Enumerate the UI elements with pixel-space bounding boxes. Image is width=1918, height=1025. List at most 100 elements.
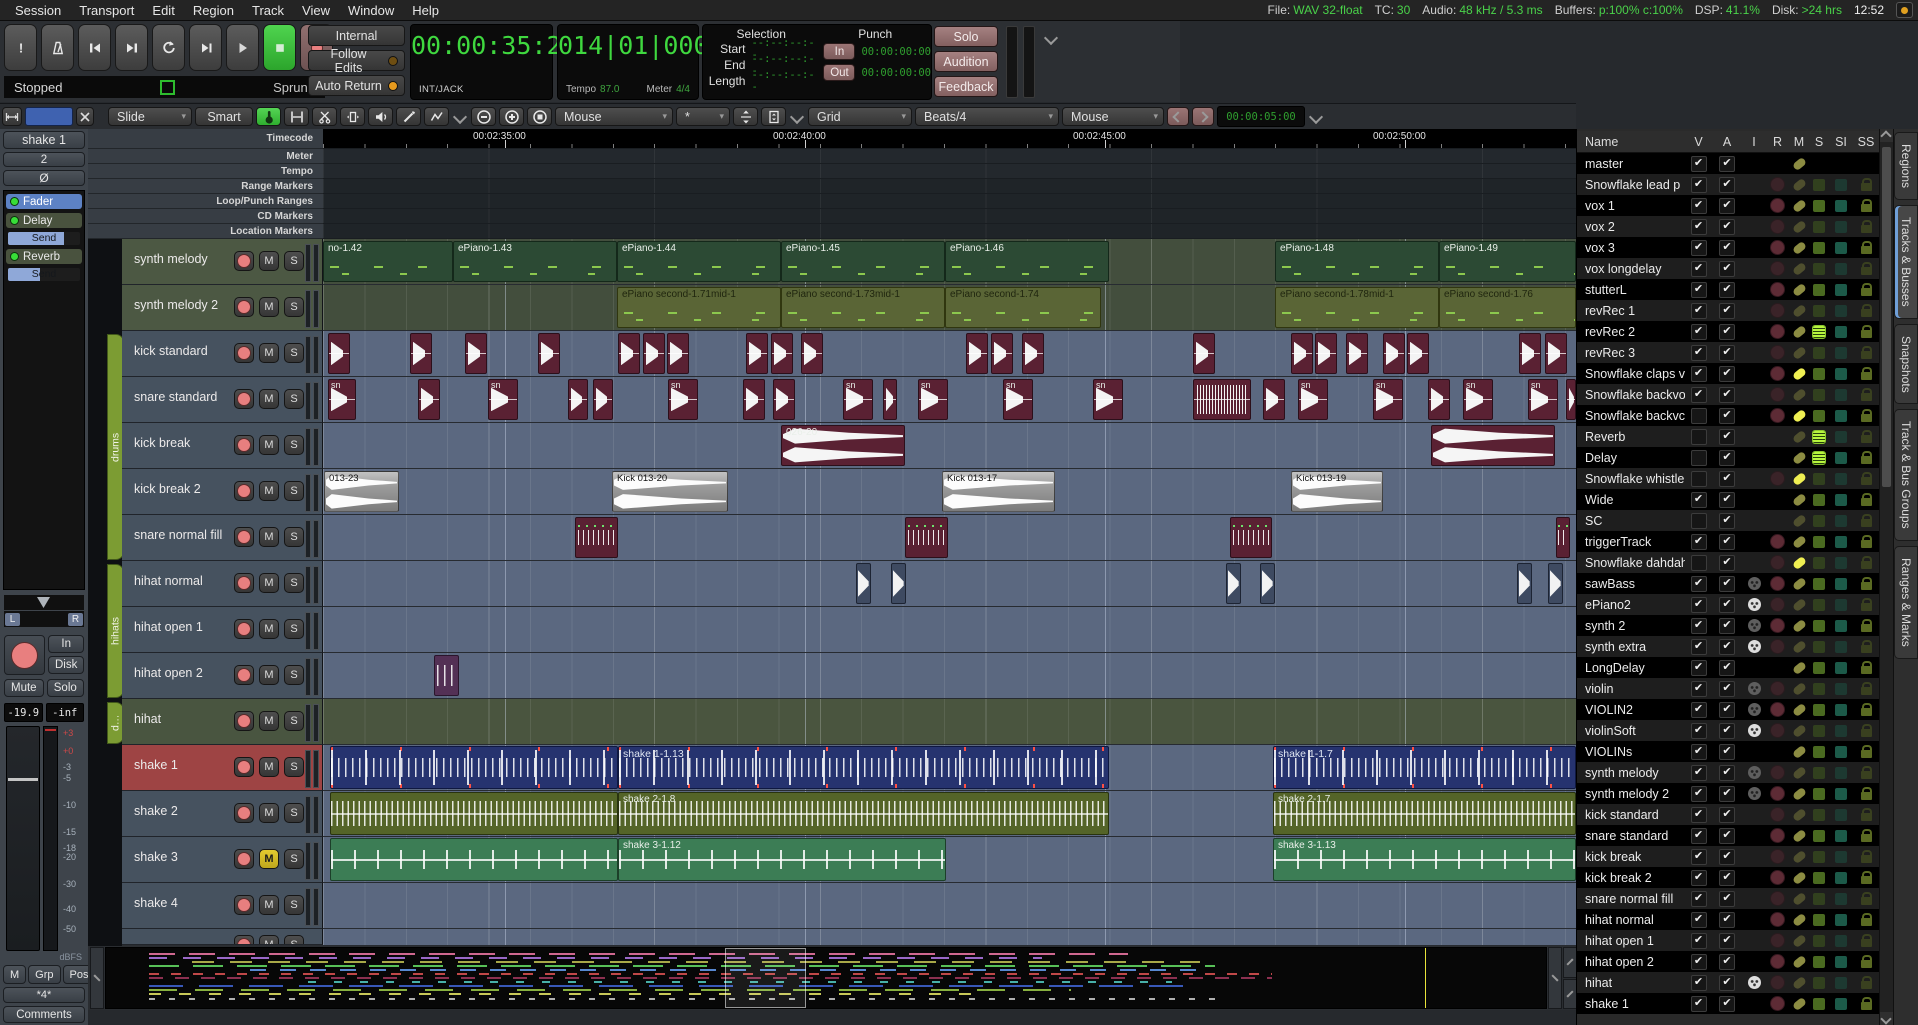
solo-column[interactable] — [1809, 788, 1829, 800]
active-checkbox[interactable]: ✔ — [1719, 828, 1735, 844]
active-toggle[interactable]: ✔ — [1712, 534, 1742, 550]
route-list-scrollbar[interactable] — [1879, 129, 1894, 1025]
rec-column[interactable] — [1766, 828, 1789, 843]
solo-safe-column[interactable] — [1853, 850, 1879, 863]
mute-column[interactable] — [1789, 349, 1809, 357]
region[interactable] — [801, 333, 823, 374]
solo-column[interactable] — [1809, 326, 1829, 338]
mute-column[interactable] — [1789, 1000, 1809, 1008]
visible-checkbox[interactable] — [1691, 429, 1707, 445]
track-header-synth-melody-2[interactable]: synth melody 2MS — [122, 285, 323, 331]
solo-column[interactable] — [1809, 578, 1829, 590]
solo-column[interactable] — [1809, 431, 1829, 443]
region[interactable] — [1315, 333, 1337, 374]
ruler-label[interactable]: CD Markers — [88, 209, 323, 224]
disk-monitor-button[interactable]: Disk — [48, 656, 84, 674]
route-row-revrec-1[interactable]: revRec 1✔✔ — [1577, 300, 1879, 321]
visible-checkbox[interactable]: ✔ — [1691, 156, 1707, 172]
region-epiano-second-1-74[interactable]: ePiano second-1.74 — [945, 287, 1101, 328]
active-checkbox[interactable]: ✔ — [1719, 723, 1735, 739]
active-checkbox[interactable]: ✔ — [1719, 870, 1735, 886]
zoom-in-button[interactable] — [499, 107, 524, 126]
solo-isolate-column[interactable] — [1829, 893, 1853, 905]
route-row-vox-longdelay[interactable]: vox longdelay✔✔ — [1577, 258, 1879, 279]
route-row-synth-extra[interactable]: synth extra✔✔ — [1577, 636, 1879, 657]
mute-column[interactable] — [1789, 664, 1809, 672]
active-checkbox[interactable]: ✔ — [1719, 639, 1735, 655]
solo-button[interactable]: S — [284, 935, 304, 945]
region-shake-2-1-8[interactable]: shake 2-1.8 — [618, 792, 1109, 835]
solo-column[interactable] — [1809, 935, 1829, 947]
solo-column[interactable] — [1809, 998, 1829, 1010]
mute-button[interactable]: M — [259, 619, 279, 639]
active-checkbox[interactable]: ✔ — [1719, 177, 1735, 193]
input-column[interactable] — [1742, 619, 1766, 632]
edit-point-dropdown[interactable]: Mouse — [1062, 107, 1164, 126]
mute-column[interactable] — [1789, 307, 1809, 315]
solo-column[interactable] — [1809, 368, 1829, 380]
mute-column[interactable] — [1789, 328, 1809, 336]
visible-checkbox[interactable]: ✔ — [1691, 597, 1707, 613]
mute-column[interactable] — [1789, 643, 1809, 651]
region[interactable] — [773, 379, 795, 420]
region-sn[interactable]: sn — [843, 379, 873, 420]
region[interactable] — [1548, 563, 1563, 604]
mute-column[interactable] — [1789, 391, 1809, 399]
active-toggle[interactable]: ✔ — [1712, 261, 1742, 277]
active-toggle[interactable]: ✔ — [1712, 576, 1742, 592]
route-row-reverb[interactable]: Reverb✔ — [1577, 426, 1879, 447]
rec-column[interactable] — [1766, 576, 1789, 591]
solo-column[interactable] — [1809, 662, 1829, 674]
region[interactable] — [434, 655, 459, 696]
region[interactable] — [1519, 333, 1541, 374]
solo-button[interactable]: S — [284, 481, 304, 501]
solo-button[interactable]: S — [284, 895, 304, 915]
active-toggle[interactable]: ✔ — [1712, 597, 1742, 613]
track-lane-hihat-open-2[interactable] — [323, 653, 1576, 699]
mute-column[interactable] — [1789, 580, 1809, 588]
solo-column[interactable] — [1809, 557, 1829, 569]
send-fader-delay[interactable]: Send — [8, 232, 80, 245]
route-row-violin[interactable]: violin✔✔ — [1577, 678, 1879, 699]
follow-edits-button[interactable]: Follow Edits — [308, 50, 405, 71]
sync-source-button[interactable]: Internal — [308, 25, 405, 46]
solo-isolate-column[interactable] — [1829, 977, 1853, 989]
skip-start-button[interactable] — [78, 24, 111, 71]
active-checkbox[interactable]: ✔ — [1719, 450, 1735, 466]
solo-isolate-column[interactable] — [1829, 515, 1853, 527]
region[interactable] — [330, 838, 618, 881]
visible-checkbox[interactable]: ✔ — [1691, 933, 1707, 949]
route-row-snowflake-lead-p[interactable]: Snowflake lead p✔✔ — [1577, 174, 1879, 195]
mute-column[interactable] — [1789, 895, 1809, 903]
solo-column[interactable] — [1809, 263, 1829, 275]
route-row-synth-2[interactable]: synth 2✔✔ — [1577, 615, 1879, 636]
solo-isolate-column[interactable] — [1829, 536, 1853, 548]
visible-toggle[interactable] — [1685, 450, 1712, 466]
rec-column[interactable] — [1766, 639, 1789, 654]
solo-column[interactable] — [1809, 221, 1829, 233]
record-arm-button[interactable] — [234, 895, 254, 915]
solo-safe-column[interactable] — [1853, 955, 1879, 968]
transport-options-chevron[interactable] — [1044, 31, 1058, 45]
record-arm-button[interactable] — [234, 297, 254, 317]
close-strip-button[interactable] — [76, 107, 94, 126]
region-sn[interactable]: sn — [488, 379, 518, 420]
ruler-lane-timecode[interactable]: 00:02:35:0000:02:40:0000:02:45:0000:02:5… — [323, 129, 1576, 149]
ruler-label[interactable]: Meter — [88, 149, 323, 164]
solo-button[interactable]: S — [284, 527, 304, 547]
region[interactable] — [771, 333, 793, 374]
region[interactable] — [746, 333, 768, 374]
active-toggle[interactable]: ✔ — [1712, 156, 1742, 172]
mute-column[interactable] — [1789, 685, 1809, 693]
menu-track[interactable]: Track — [243, 3, 293, 18]
solo-safe-column[interactable] — [1853, 640, 1879, 653]
region[interactable] — [891, 563, 906, 604]
track-header-shake-2[interactable]: shake 2MS — [122, 791, 323, 837]
active-toggle[interactable]: ✔ — [1712, 639, 1742, 655]
solo-safe-column[interactable] — [1853, 262, 1879, 275]
meter-display[interactable]: Meter4/4 — [647, 84, 690, 95]
region[interactable] — [883, 379, 897, 420]
solo-button[interactable]: S — [284, 297, 304, 317]
solo-safe-column[interactable] — [1853, 535, 1879, 548]
route-row-snowflake-dahdah[interactable]: Snowflake dahdah✔ — [1577, 552, 1879, 573]
